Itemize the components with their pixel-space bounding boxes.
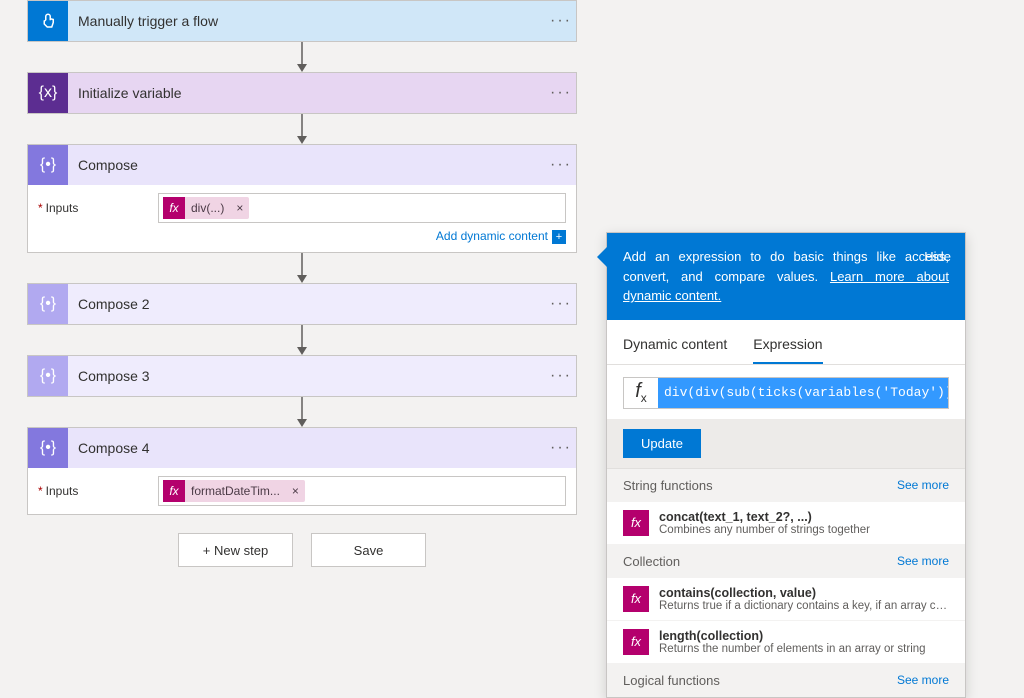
flow-arrow <box>27 253 577 283</box>
step-initialize-variable[interactable]: {x} Initialize variable ··· <box>27 72 577 114</box>
step-title: Compose 4 <box>68 440 546 456</box>
fx-icon: fx <box>623 586 649 612</box>
step-compose-1[interactable]: {•} Compose ··· Inputs fx div(...) × Add… <box>27 144 577 253</box>
step-title: Compose 2 <box>68 296 546 312</box>
step-trigger[interactable]: Manually trigger a flow ··· <box>27 0 577 42</box>
plus-icon: + <box>552 230 566 244</box>
step-menu-icon[interactable]: ··· <box>546 84 576 102</box>
flow-arrow <box>27 397 577 427</box>
function-item[interactable]: fxconcat(text_1, text_2?, ...)Combines a… <box>607 502 965 545</box>
expression-token[interactable]: fx div(...) × <box>163 197 249 219</box>
compose-icon: {•} <box>28 428 68 468</box>
fx-icon: fx <box>623 629 649 655</box>
fx-icon: fx <box>624 380 658 405</box>
expression-token[interactable]: fx formatDateTim... × <box>163 480 305 502</box>
flow-arrow <box>27 42 577 72</box>
flow-arrow <box>27 114 577 144</box>
see-more-link[interactable]: See more <box>897 554 949 569</box>
function-category: CollectionSee more <box>607 545 965 578</box>
function-item[interactable]: fxlength(collection)Returns the number o… <box>607 621 965 664</box>
expression-input-row: fx div(div(sub(ticks(variables('Today'))… <box>623 377 949 409</box>
compose-icon: {•} <box>28 284 68 324</box>
step-menu-icon[interactable]: ··· <box>546 367 576 385</box>
fx-icon: fx <box>163 480 185 502</box>
tab-dynamic-content[interactable]: Dynamic content <box>623 330 727 364</box>
step-title: Compose 3 <box>68 368 546 384</box>
function-item[interactable]: fxcontains(collection, value)Returns tru… <box>607 578 965 621</box>
hide-link[interactable]: Hide <box>924 247 951 267</box>
step-menu-icon[interactable]: ··· <box>546 156 576 174</box>
token-remove[interactable]: × <box>286 484 305 498</box>
fx-icon: fx <box>623 510 649 536</box>
fx-icon: fx <box>163 197 185 219</box>
step-menu-icon[interactable]: ··· <box>546 439 576 457</box>
step-title: Compose <box>68 157 546 173</box>
tab-expression[interactable]: Expression <box>753 330 822 364</box>
step-menu-icon[interactable]: ··· <box>546 295 576 313</box>
function-list[interactable]: String functionsSee morefxconcat(text_1,… <box>607 469 965 697</box>
expression-input[interactable]: div(div(sub(ticks(variables('Today')),ti… <box>658 378 948 408</box>
see-more-link[interactable]: See more <box>897 478 949 493</box>
function-category: Logical functionsSee more <box>607 664 965 697</box>
step-menu-icon[interactable]: ··· <box>546 12 576 30</box>
step-title: Initialize variable <box>68 85 546 101</box>
inputs-label: Inputs <box>38 476 158 498</box>
callout-arrow <box>597 247 607 267</box>
add-dynamic-content-link[interactable]: Add dynamic content+ <box>38 223 566 244</box>
compose-icon: {•} <box>28 356 68 396</box>
inputs-label: Inputs <box>38 193 158 215</box>
see-more-link[interactable]: See more <box>897 673 949 688</box>
panel-banner: Add an expression to do basic things lik… <box>607 233 965 320</box>
function-category: String functionsSee more <box>607 469 965 502</box>
step-compose-3[interactable]: {•} Compose 3 ··· <box>27 355 577 397</box>
variable-icon: {x} <box>28 73 68 113</box>
token-remove[interactable]: × <box>230 201 249 215</box>
step-compose-4[interactable]: {•} Compose 4 ··· Inputs fx formatDateTi… <box>27 427 577 515</box>
inputs-field[interactable]: fx div(...) × <box>158 193 566 223</box>
compose-icon: {•} <box>28 145 68 185</box>
flow-arrow <box>27 325 577 355</box>
inputs-field[interactable]: fx formatDateTim... × <box>158 476 566 506</box>
save-button[interactable]: Save <box>311 533 426 567</box>
step-title: Manually trigger a flow <box>68 13 546 29</box>
update-button[interactable]: Update <box>623 429 701 458</box>
step-compose-2[interactable]: {•} Compose 2 ··· <box>27 283 577 325</box>
expression-panel: Add an expression to do basic things lik… <box>606 232 966 698</box>
touch-icon <box>28 1 68 41</box>
new-step-button[interactable]: + New step <box>178 533 293 567</box>
